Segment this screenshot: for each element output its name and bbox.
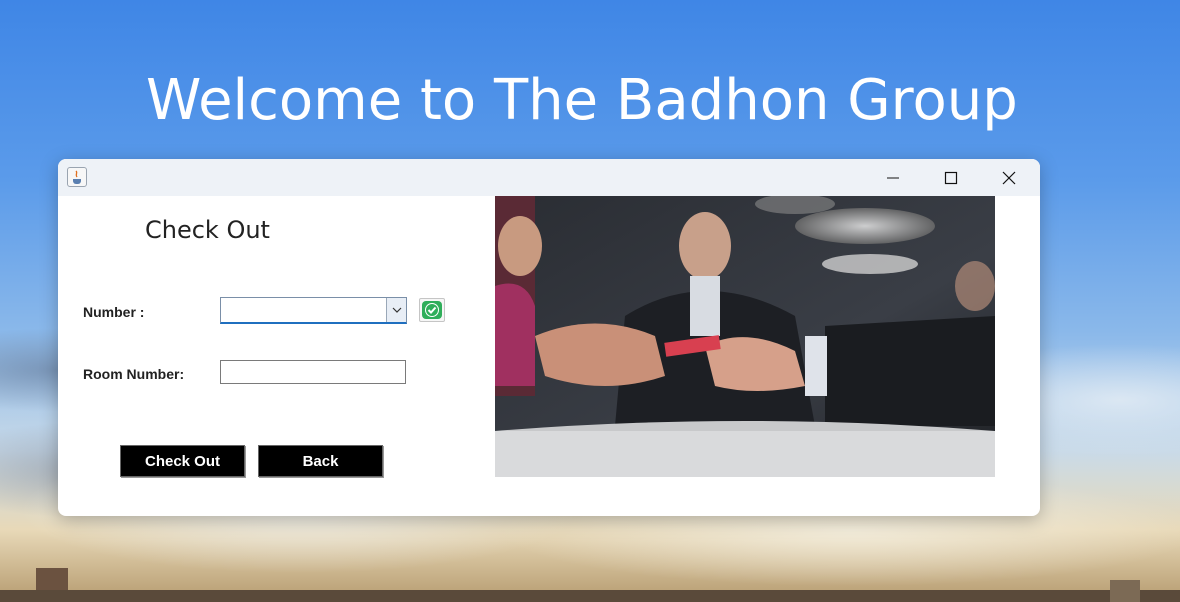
window-content: Check Out Number : Room Number: Check Ou… [58, 196, 1040, 516]
page-title: Check Out [145, 216, 270, 244]
room-number-label: Room Number: [83, 366, 185, 382]
back-button[interactable]: Back [258, 445, 383, 477]
close-button[interactable] [980, 159, 1038, 196]
close-icon [1002, 171, 1016, 184]
title-bar[interactable] [58, 159, 1040, 196]
maximize-icon [944, 171, 958, 184]
welcome-banner: Welcome to The Badhon Group [146, 68, 1018, 133]
minimize-icon [887, 177, 899, 178]
checkout-window: Check Out Number : Room Number: Check Ou… [58, 159, 1040, 516]
city-skyline [0, 568, 1180, 602]
verify-button[interactable] [419, 298, 445, 322]
chevron-down-icon [392, 307, 401, 313]
combobox-dropdown-button[interactable] [386, 298, 406, 322]
minimize-button[interactable] [864, 159, 922, 196]
check-out-button[interactable]: Check Out [120, 445, 245, 477]
maximize-button[interactable] [922, 159, 980, 196]
number-label: Number : [83, 304, 145, 320]
green-check-icon [422, 301, 442, 319]
room-number-field[interactable] [220, 360, 406, 384]
java-app-icon[interactable] [67, 167, 87, 187]
number-combobox[interactable] [220, 297, 407, 324]
hotel-checkout-photo [495, 196, 995, 477]
